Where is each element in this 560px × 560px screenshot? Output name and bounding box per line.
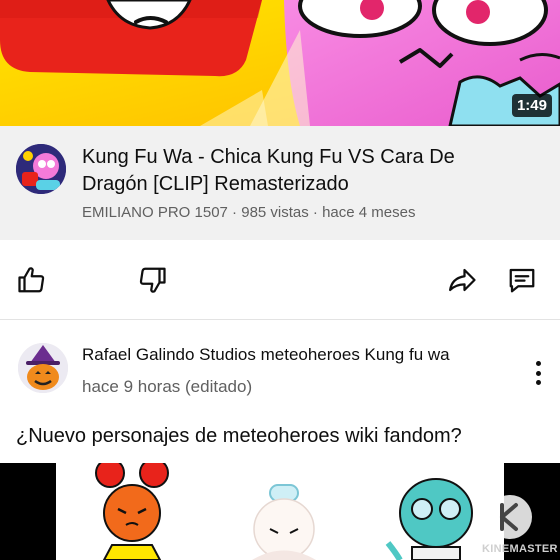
comment-attachment-image[interactable]: KINEMASTER: [0, 463, 560, 560]
video-info[interactable]: Kung Fu Wa - Chica Kung Fu VS Cara De Dr…: [0, 126, 560, 240]
channel-avatar[interactable]: [16, 144, 66, 194]
thumbs-down-icon: [139, 267, 166, 293]
comment-author[interactable]: Rafael Galindo Studios meteoheroes Kung …: [82, 345, 450, 365]
action-bar: [0, 240, 560, 320]
characters-illustration: [95, 463, 473, 560]
like-button[interactable]: [16, 264, 48, 296]
channel-avatar-art: [16, 144, 66, 194]
comments-button[interactable]: [506, 264, 538, 296]
thumbnail-art: [0, 0, 560, 126]
video-duration: 1:49: [511, 94, 552, 117]
dislike-button[interactable]: [136, 264, 168, 296]
more-dot-icon: [535, 380, 541, 385]
comment-time: hace 9 horas (editado): [82, 377, 253, 396]
more-dot-icon: [535, 361, 541, 366]
comment-text: ¿Nuevo personajes de meteoheroes wiki fa…: [16, 425, 462, 447]
share-icon: [449, 268, 476, 292]
comment-item: Rafael Galindo Studios meteoheroes Kung …: [0, 321, 560, 560]
video-title[interactable]: Kung Fu Wa - Chica Kung Fu VS Cara De Dr…: [82, 144, 502, 198]
more-dot-icon: [535, 370, 541, 376]
commenter-avatar[interactable]: [18, 343, 68, 393]
video-thumbnail[interactable]: 1:49: [0, 0, 560, 126]
share-button[interactable]: [446, 264, 478, 296]
more-options-button[interactable]: [532, 361, 544, 385]
pumpkin-witch-avatar-art: [18, 343, 68, 393]
thumbs-up-icon: [18, 267, 45, 293]
video-meta: EMILIANO PRO 1507 · 985 vistas · hace 4 …: [82, 204, 416, 221]
watermark-text: KINEMASTER: [482, 543, 558, 555]
comment-icon: [509, 268, 535, 293]
attachment-frame: [56, 463, 504, 560]
